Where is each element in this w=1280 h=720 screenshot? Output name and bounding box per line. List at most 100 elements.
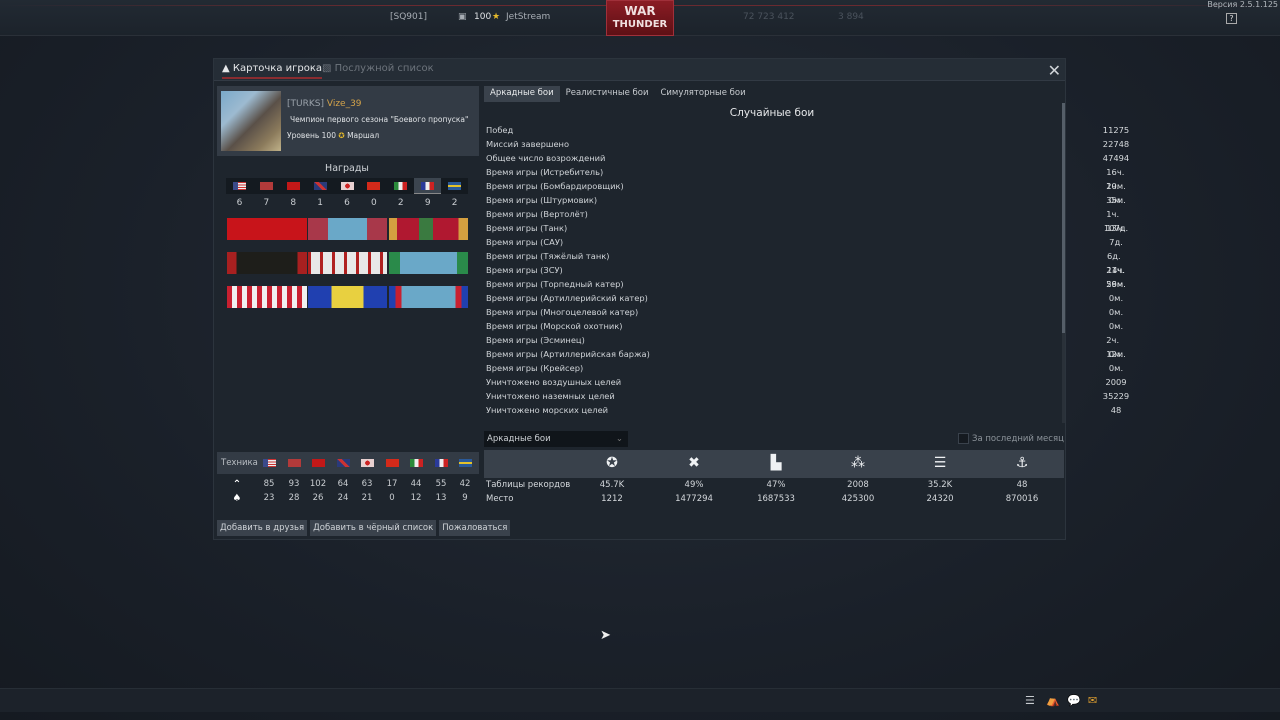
flag-britain (337, 459, 350, 467)
stat-row: Время игры (Эсминец) 2ч. 12м. (486, 333, 1126, 359)
list-icon[interactable]: ☰ (1025, 694, 1035, 707)
leaderboard-mode-select[interactable]: Аркадные бои ⌄ (484, 431, 628, 447)
medal-ribbon[interactable] (227, 218, 307, 240)
flag-france[interactable] (414, 178, 442, 194)
profile-header: [TURKS] Vize_39 Чемпион первого сезона "… (217, 86, 479, 156)
stat-value: 22748 (1102, 139, 1130, 149)
naval-kills-icon: ⚓ (1015, 455, 1029, 471)
stats-scrollbar[interactable] (1062, 103, 1065, 423)
flag-sweden (459, 459, 472, 467)
tab-player-card[interactable]: ▲ Карточка игрока (222, 63, 323, 79)
medal-ribbon[interactable] (308, 286, 387, 308)
stat-label: Уничтожено морских целей (486, 405, 609, 415)
stat-row: Уничтожено воздушных целей 2009 (486, 375, 1127, 389)
flag-china[interactable] (360, 178, 387, 194)
stat-value: 107д. (1103, 223, 1129, 233)
flag-germany[interactable] (253, 178, 280, 194)
medal-ribbon[interactable] (389, 252, 468, 274)
air-kills-icon: ⁂ (851, 455, 865, 471)
tab-service-record[interactable]: ▧ Послужной список (322, 63, 434, 74)
stat-row: Время игры (Истребитель) 16ч. 20м. (486, 165, 1126, 191)
medal-ribbon[interactable] (389, 286, 468, 308)
game-mode-tabs: Аркадные бои Реалистичные бои Симуляторн… (484, 86, 752, 102)
flag-usa (263, 459, 276, 467)
stat-label: Время игры (Морской охотник) (486, 321, 623, 331)
stat-row: Время игры (Тяжёлый танк) 6д. 14ч. (486, 249, 1125, 275)
stat-value: 7д. (1109, 237, 1123, 247)
researched-chevron-icon: ⌃ (232, 479, 242, 490)
stat-label: Уничтожено наземных целей (486, 391, 615, 401)
stat-row: Уничтожено наземных целей 35229 (486, 389, 1129, 403)
medal-ribbon[interactable] (389, 218, 468, 240)
kills-icon: ✖ (688, 455, 700, 471)
avatar[interactable] (221, 91, 281, 151)
golden-eagles: 3 894 (838, 12, 864, 22)
squadron-tag[interactable]: [SQ901] (390, 12, 427, 22)
stat-label: Время игры (Эсминец) (486, 335, 585, 345)
chat-icon[interactable]: 💬 (1067, 694, 1081, 707)
silver-lions: 72 723 412 (743, 12, 795, 22)
player-card-window: ▲ Карточка игрока ▧ Послужной список ✕ [… (213, 58, 1129, 540)
squad-icon[interactable]: ⛺ (1046, 694, 1060, 707)
stat-label: Уничтожено воздушных целей (486, 377, 622, 387)
war-thunder-logo[interactable]: WAR THUNDER (606, 0, 674, 36)
close-icon[interactable]: ✕ (1048, 61, 1061, 80)
medal-ribbon[interactable] (227, 252, 307, 274)
stat-value: 47494 (1102, 153, 1130, 163)
stat-row: Общее число возрождений 47494 (486, 151, 1129, 165)
flag-ussr[interactable] (280, 178, 307, 194)
flag-japan (361, 459, 374, 467)
mouse-cursor-icon: ➤ (600, 628, 611, 643)
tab-realistic[interactable]: Реалистичные бои (560, 86, 655, 102)
player-level: Уровень 100 ✪ Маршал (287, 131, 380, 140)
last-month-checkbox[interactable]: За последний месяц (958, 433, 1064, 444)
stat-row: Время игры (Артиллерийский катер) 0м. (486, 291, 1123, 305)
awards-nation-selector (226, 178, 468, 194)
stat-label: Время игры (САУ) (486, 237, 564, 247)
stat-label: Время игры (Истребитель) (486, 167, 604, 177)
player-name: [TURKS] Vize_39 (287, 99, 362, 109)
stat-value: 0м. (1108, 293, 1124, 303)
stat-label: Время игры (Артиллерийская баржа) (486, 349, 650, 359)
medal-ribbon[interactable] (308, 218, 387, 240)
version: Версия 2.5.1.125 (1207, 0, 1278, 9)
medal-ribbon[interactable] (308, 252, 387, 274)
stat-label: Время игры (Бомбардировщик) (486, 181, 624, 191)
stat-row: Время игры (ЗСУ) 21ч. 29м. (486, 263, 1126, 289)
player-title: Чемпион первого сезона "Боевого пропуска… (290, 115, 469, 124)
stat-row: Время игры (САУ) 7д. (486, 235, 1123, 249)
flag-germany (288, 459, 301, 467)
player-name[interactable]: JetStream (506, 12, 550, 22)
stat-label: Время игры (Танк) (486, 223, 568, 233)
awards-title: Награды (325, 163, 369, 174)
mail-icon[interactable]: ✉ (1088, 694, 1097, 707)
flag-usa[interactable] (226, 178, 253, 194)
flag-britain[interactable] (307, 178, 334, 194)
medal-ribbon[interactable] (227, 286, 307, 308)
elite-spade-icon: ♠ (232, 493, 242, 504)
stats-title: Случайные бои (729, 107, 815, 119)
add-blacklist-button[interactable]: Добавить в чёрный список (310, 520, 437, 536)
complain-button[interactable]: Пожаловаться (439, 520, 511, 536)
rank-star-icon: ✪ (338, 131, 345, 140)
stat-row: Время игры (Артиллерийская баржа) 0м. (486, 347, 1123, 361)
flag-italy[interactable] (387, 178, 414, 194)
stat-row: Время игры (Морской охотник) 0м. (486, 319, 1123, 333)
top-bar: [SQ901] ▣ 100 ★ JetStream WAR THUNDER 72 … (0, 0, 1280, 36)
flag-japan[interactable] (334, 178, 361, 194)
stat-value: 2009 (1105, 377, 1127, 387)
victories-icon: ✪ (606, 455, 618, 471)
player-level: 100 (474, 12, 492, 22)
bottom-bar: ☰ ⛺ 💬 ✉ (0, 688, 1280, 712)
stat-value: 56м. (1106, 279, 1126, 289)
add-friend-button[interactable]: Добавить в друзья (217, 520, 308, 536)
help-button[interactable]: ? (1226, 13, 1237, 24)
tab-simulator[interactable]: Симуляторные бои (654, 86, 751, 102)
stat-value: 0м. (1108, 349, 1124, 359)
stat-row: Время игры (Многоцелевой катер) 0м. (486, 305, 1123, 319)
flag-sweden[interactable] (441, 178, 468, 194)
stat-value: 11275 (1102, 125, 1130, 135)
stats-list: Побед 11275 Миссий завершено 22748 Общее чис… (486, 123, 1129, 417)
tab-arcade[interactable]: Аркадные бои (484, 86, 560, 102)
chevron-down-icon: ⌄ (615, 434, 623, 444)
